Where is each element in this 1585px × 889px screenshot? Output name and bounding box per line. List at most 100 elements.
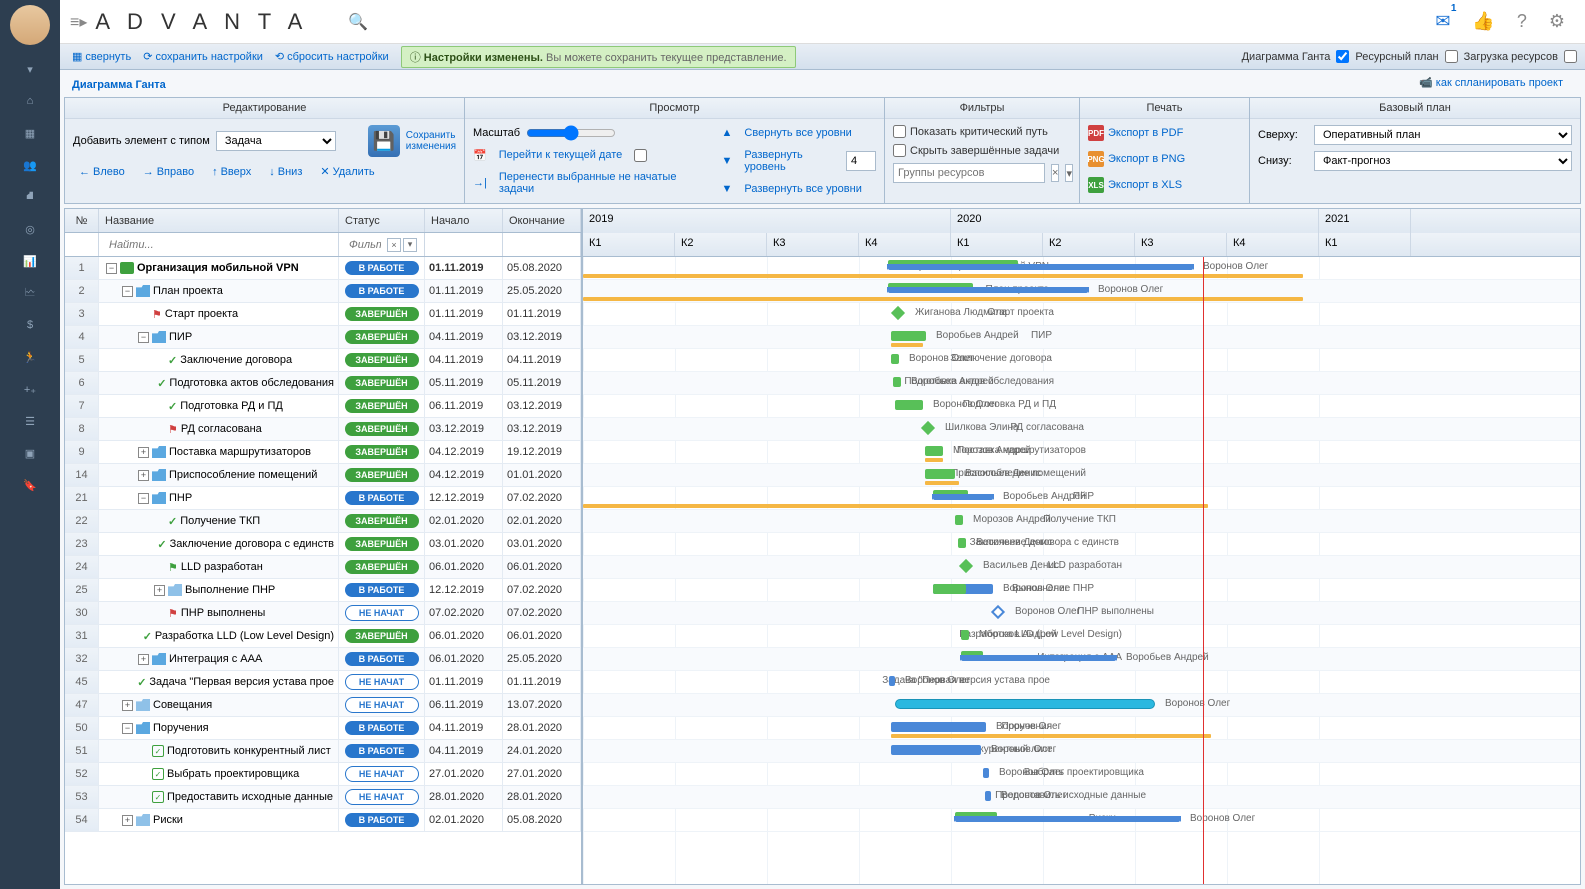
col-start-header[interactable]: Начало <box>425 209 503 232</box>
gantt-row[interactable]: План проектаВоронов Олег <box>583 280 1580 303</box>
task-bar[interactable] <box>893 377 901 387</box>
gantt-row[interactable]: ПорученияВоронов Олег <box>583 717 1580 740</box>
table-row[interactable]: 50− ПорученияВ РАБОТЕ04.11.201928.01.202… <box>65 717 581 740</box>
table-row[interactable]: 14+ Приспособление помещенийЗАВЕРШЁН04.1… <box>65 464 581 487</box>
nav-chevron-icon[interactable]: ▾ <box>0 53 60 85</box>
table-row[interactable]: 31 ✓ Разработка LLD (Low Level Design)ЗА… <box>65 625 581 648</box>
table-row[interactable]: 8 ⚑ РД согласованаЗАВЕРШЁН03.12.201903.1… <box>65 418 581 441</box>
baseline-top-select[interactable]: Оперативный план <box>1314 125 1572 145</box>
table-row[interactable]: 51 ✓ Подготовить конкурентный листВ РАБО… <box>65 740 581 763</box>
collapse-button[interactable]: ▦ свернуть <box>68 50 135 63</box>
add-icon[interactable]: +₊ <box>0 373 60 405</box>
goto-today-button[interactable]: Перейти к текущей дате <box>493 147 629 163</box>
table-row[interactable]: 1− Организация мобильной VPNВ РАБОТЕ01.1… <box>65 257 581 280</box>
col-num-header[interactable]: № <box>65 209 99 232</box>
move-right-button[interactable]: → Вправо <box>137 164 200 180</box>
gantt-row[interactable]: Выбрать проектировщикаВоронов Олег <box>583 763 1580 786</box>
move-notstarted-button[interactable]: Перенести выбранные не начатые задачи <box>493 169 702 197</box>
tasks-icon[interactable]: ☰ <box>0 405 60 437</box>
people-icon[interactable]: 👥 <box>0 149 60 181</box>
home-icon[interactable]: ⌂ <box>0 85 60 117</box>
menu-icon[interactable]: ≡▸ <box>70 12 87 32</box>
summary-bar[interactable] <box>888 287 1088 293</box>
task-bar[interactable] <box>889 676 895 686</box>
tree-toggle[interactable]: − <box>138 493 149 504</box>
collapse-all-button[interactable]: Свернуть все уровни <box>738 125 857 141</box>
chart-icon[interactable]: 📊 <box>0 245 60 277</box>
save-changes-button[interactable]: 💾 Сохранить изменения <box>368 125 456 157</box>
resource-groups-input[interactable] <box>893 163 1045 183</box>
gantt-row[interactable]: Заключение договораВоронов Олег <box>583 349 1580 372</box>
help-icon[interactable]: ? <box>1517 11 1527 32</box>
gantt-row[interactable]: Поставка маршрутизаторовМорозов Андрей <box>583 441 1580 464</box>
col-name-header[interactable]: Название <box>99 209 339 232</box>
summary-bar[interactable] <box>961 655 1116 661</box>
task-bar[interactable] <box>983 768 989 778</box>
gantt-row[interactable]: Получение ТКПМорозов Андрей <box>583 510 1580 533</box>
element-type-select[interactable]: Задача <box>216 131 336 151</box>
table-row[interactable]: 53 ✓ Предоставить исходные данныеНЕ НАЧА… <box>65 786 581 809</box>
calendar-icon[interactable]: ▦ <box>0 117 60 149</box>
gantt-toggle[interactable] <box>1336 50 1349 63</box>
name-filter-input[interactable] <box>105 237 332 253</box>
table-row[interactable]: 54+ РискиВ РАБОТЕ02.01.202005.08.2020 <box>65 809 581 832</box>
task-bar[interactable] <box>891 354 899 364</box>
expand-all-button[interactable]: Развернуть все уровни <box>738 181 867 197</box>
tree-toggle[interactable]: − <box>138 332 149 343</box>
milestone[interactable] <box>959 559 973 573</box>
settings-icon[interactable]: ⚙ <box>1549 11 1565 32</box>
gantt-row[interactable]: ПИРВоробьев Андрей <box>583 326 1580 349</box>
critical-path-check[interactable]: Показать критический путь <box>893 125 1071 138</box>
goto-today-check[interactable] <box>634 149 647 162</box>
gantt-row[interactable]: Интеграция с АААВоробьев Андрей <box>583 648 1580 671</box>
summary-bar[interactable] <box>888 264 1193 270</box>
move-left-button[interactable]: ← Влево <box>73 164 131 180</box>
task-bar[interactable] <box>961 630 969 640</box>
table-row[interactable]: 24 ⚑ LLD разработанЗАВЕРШЁН06.01.202006.… <box>65 556 581 579</box>
table-row[interactable]: 32+ Интеграция с АААВ РАБОТЕ06.01.202025… <box>65 648 581 671</box>
gantt-row[interactable]: Задача "Первая версия устава проеВоронов… <box>583 671 1580 694</box>
tree-toggle[interactable]: + <box>138 447 149 458</box>
tree-toggle[interactable]: + <box>138 654 149 665</box>
table-row[interactable]: 47+ СовещанияНЕ НАЧАТ06.11.201913.07.202… <box>65 694 581 717</box>
gantt-chart[interactable]: 201920202021 К1К2К3К4К1К2К3К4К1 Организа… <box>583 209 1580 884</box>
bookmark-icon[interactable]: 🔖 <box>0 469 60 501</box>
gantt-row[interactable]: Заключение договора с единствВасильев Де… <box>583 533 1580 556</box>
col-end-header[interactable]: Окончание <box>503 209 581 232</box>
save-settings-button[interactable]: ⟳сохранить настройки <box>139 50 267 63</box>
gantt-row[interactable]: ПНРВоробьев Андрей <box>583 487 1580 510</box>
gantt-row[interactable]: Организация мобильной VPNВоронов Олег <box>583 257 1580 280</box>
table-row[interactable]: 5 ✓ Заключение договораЗАВЕРШЁН04.11.201… <box>65 349 581 372</box>
tree-toggle[interactable]: + <box>122 815 133 826</box>
col-status-header[interactable]: Статус <box>339 209 425 232</box>
export-xls-button[interactable]: XLSЭкспорт в XLS <box>1088 177 1182 193</box>
task-bar[interactable] <box>955 515 963 525</box>
tree-toggle[interactable]: − <box>122 286 133 297</box>
task-bar[interactable] <box>891 745 981 755</box>
table-row[interactable]: 7 ✓ Подготовка РД и ПДЗАВЕРШЁН06.11.2019… <box>65 395 581 418</box>
baseline-bottom-select[interactable]: Факт-прогноз <box>1314 151 1572 171</box>
gantt-row[interactable]: СовещанияВоронов Олег <box>583 694 1580 717</box>
search-icon[interactable]: 🔍 <box>348 12 368 32</box>
user-avatar[interactable] <box>10 5 50 45</box>
table-row[interactable]: 23 ✓ Заключение договора с единствЗАВЕРШ… <box>65 533 581 556</box>
gantt-row[interactable]: Предоставить исходные данныеВоронов Олег <box>583 786 1580 809</box>
milestone[interactable] <box>891 306 905 320</box>
task-bar[interactable] <box>925 469 955 479</box>
gantt-row[interactable]: LLD разработанВасильев Денис <box>583 556 1580 579</box>
task-bar[interactable] <box>895 400 923 410</box>
gantt-row[interactable]: РД согласованаШилкова Элина <box>583 418 1580 441</box>
resource-load-toggle[interactable] <box>1564 50 1577 63</box>
table-row[interactable]: 25+ Выполнение ПНРВ РАБОТЕ12.12.201907.0… <box>65 579 581 602</box>
gantt-row[interactable]: Приспособление помещенийВасильев Денис <box>583 464 1580 487</box>
target-icon[interactable]: ◎ <box>0 213 60 245</box>
delete-button[interactable]: ✕ Удалить <box>314 163 380 180</box>
gantt-row[interactable]: Разработка LLD (Low Level Design)Морозов… <box>583 625 1580 648</box>
export-png-button[interactable]: PNGЭкспорт в PNG <box>1088 151 1185 167</box>
money-icon[interactable]: $ <box>0 309 60 341</box>
filter-dropdown-icon[interactable]: ▾ <box>403 238 417 252</box>
gantt-row[interactable]: РискиВоронов Олег <box>583 809 1580 832</box>
clear-filter-icon[interactable]: × <box>387 238 401 252</box>
table-row[interactable]: 2− План проектаВ РАБОТЕ01.11.201925.05.2… <box>65 280 581 303</box>
milestone[interactable] <box>991 605 1005 619</box>
